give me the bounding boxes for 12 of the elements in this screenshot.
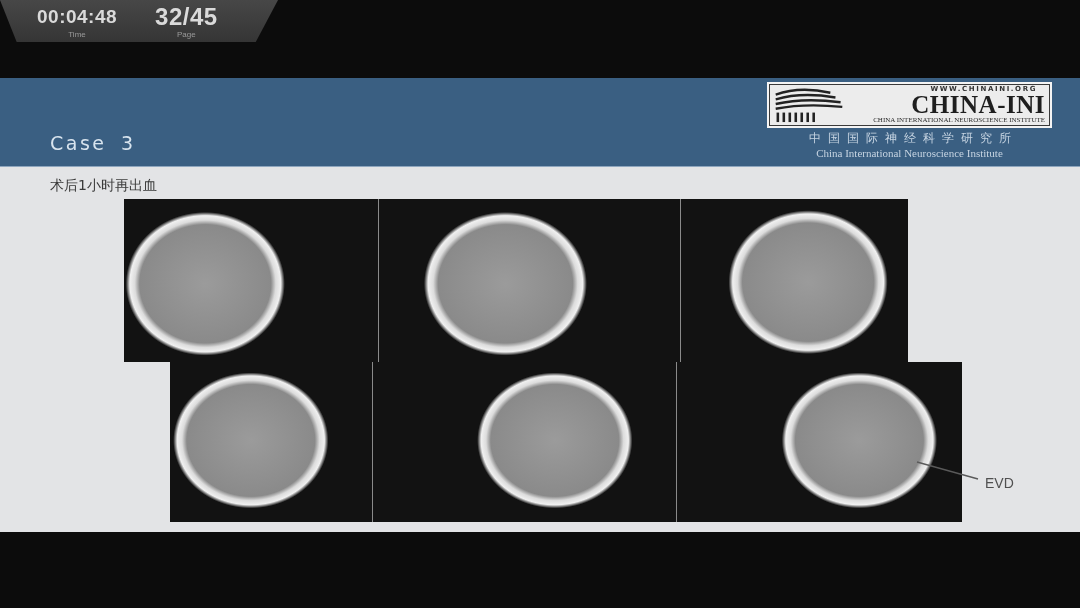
institute-name-chinese: 中国国际神经科学研究所	[808, 130, 1018, 146]
page-counter: 32/45	[155, 4, 218, 30]
elapsed-time: 00:04:48	[37, 5, 118, 29]
building-icon	[774, 87, 844, 123]
time-label: Time	[68, 30, 86, 40]
slide-title: Case 3	[50, 132, 136, 154]
slide-subtitle: 术后1小时再出血	[50, 176, 157, 195]
page-label: Page	[177, 30, 196, 40]
leader-line	[917, 461, 979, 480]
logo-name: CHINA-INI	[911, 94, 1045, 116]
annotation-label: EVD	[985, 474, 1014, 492]
institute-name-english: China International Neuroscience Institute	[816, 146, 1003, 160]
